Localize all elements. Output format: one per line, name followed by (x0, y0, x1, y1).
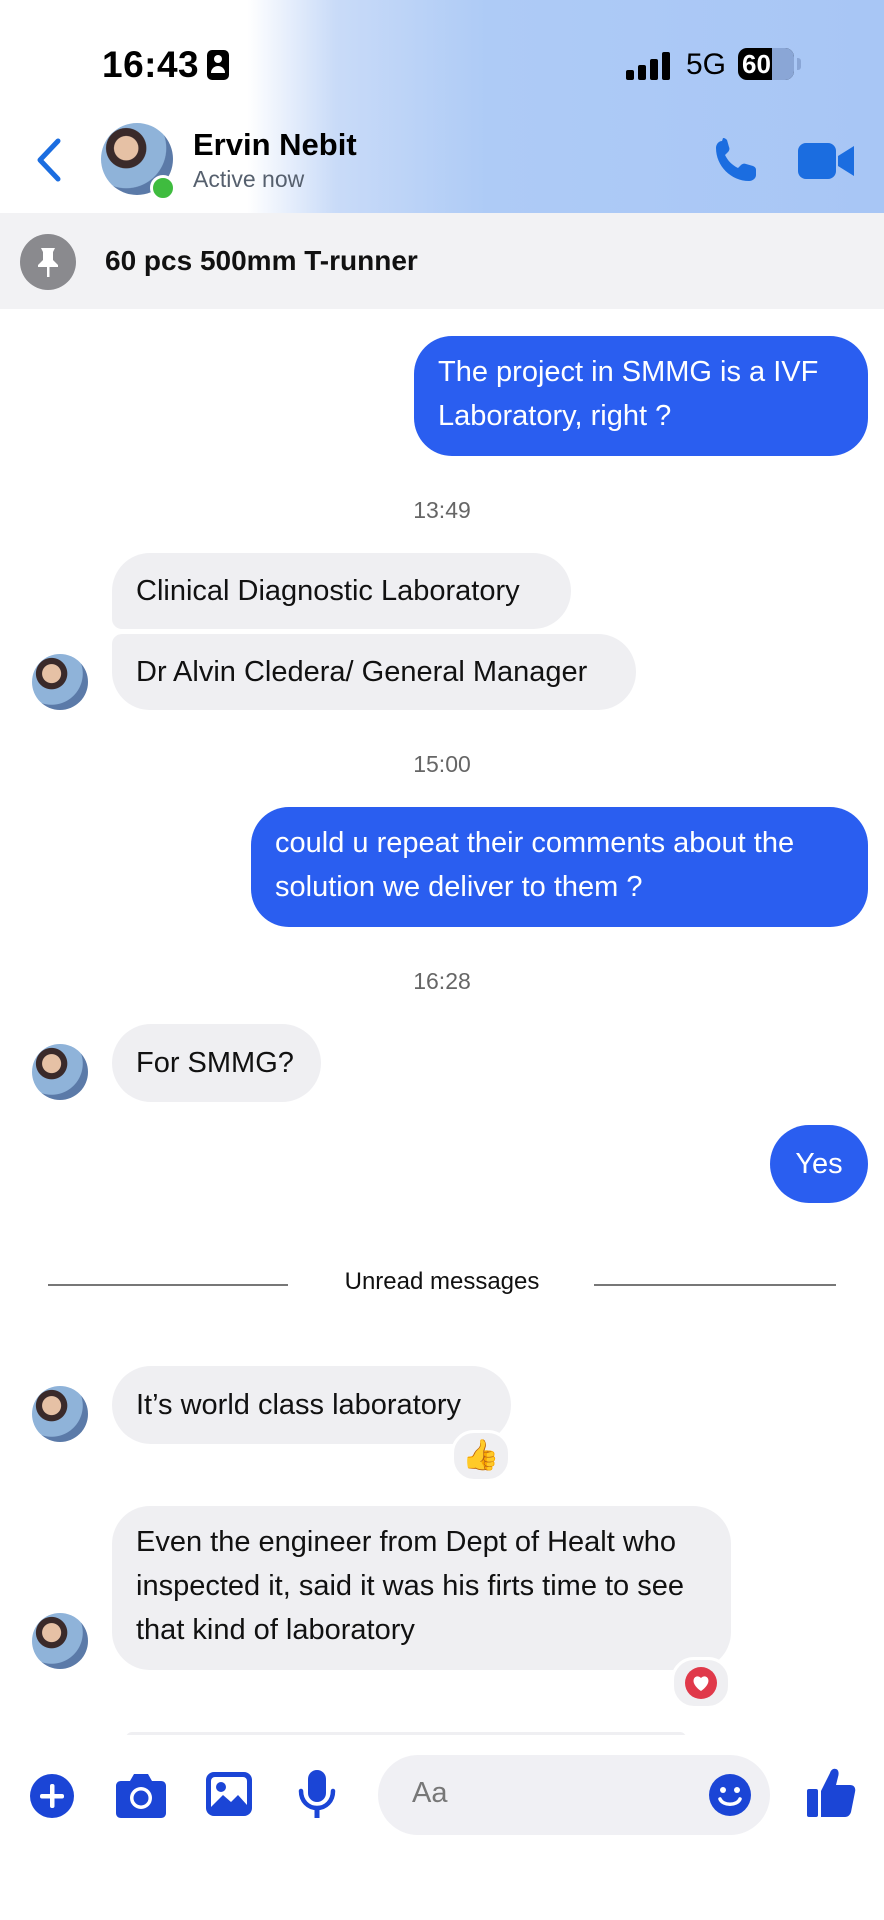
message-input-placeholder: Aa (412, 1777, 448, 1809)
pinned-message-text: 60 pcs 500mm T-runner (105, 245, 418, 276)
gallery-icon[interactable] (205, 1771, 253, 1817)
camera-icon[interactable] (115, 1771, 167, 1819)
message-incoming[interactable]: Even the engineer from Dept of Healt who… (112, 1506, 731, 1670)
message-text: It’s world class laboratory (136, 1389, 462, 1421)
chat-header: Ervin Nebit Active now (0, 115, 884, 215)
sender-avatar[interactable] (32, 654, 88, 710)
message-text: could u repeat their comments about the … (275, 827, 795, 903)
video-call-icon[interactable] (798, 141, 854, 181)
message-incoming[interactable]: Clinical Diagnostic Laboratory (112, 553, 571, 629)
battery-cap (797, 58, 801, 70)
back-chevron-icon[interactable] (30, 135, 70, 185)
message-incoming[interactable]: Dr Alvin Cledera/ General Manager (112, 634, 636, 710)
message-input[interactable]: Aa (378, 1755, 770, 1835)
unread-messages-label: Unread messages (344, 1268, 540, 1295)
phone-icon[interactable] (710, 137, 760, 187)
timestamp: 15:00 (413, 751, 471, 777)
message-text: The project in SMMG is a IVF Laboratory,… (438, 356, 819, 432)
status-bar: 16:43 5G 60 (0, 0, 884, 120)
message-outgoing[interactable]: Yes (770, 1125, 868, 1203)
battery-icon: 60 (738, 48, 794, 80)
message-text: Clinical Diagnostic Laboratory (136, 575, 520, 607)
network-type: 5G (686, 48, 727, 81)
sender-avatar[interactable] (32, 1386, 88, 1442)
message-text: Yes (795, 1148, 843, 1180)
message-text: Even the engineer from Dept of Healt who… (136, 1526, 684, 1646)
message-text: Dr Alvin Cledera/ General Manager (136, 656, 588, 688)
contact-card-icon (207, 50, 229, 80)
sender-avatar[interactable] (32, 1613, 88, 1669)
message-text: For SMMG? (136, 1047, 294, 1079)
pin-icon (20, 234, 76, 290)
microphone-icon[interactable] (297, 1769, 337, 1821)
timestamp: 13:49 (413, 497, 471, 523)
message-outgoing[interactable]: The project in SMMG is a IVF Laboratory,… (414, 336, 868, 456)
heart-reaction-icon[interactable] (671, 1657, 731, 1709)
online-indicator (150, 175, 176, 201)
add-icon[interactable] (29, 1773, 75, 1819)
emoji-icon[interactable] (708, 1773, 752, 1817)
unread-divider-right (594, 1284, 836, 1286)
contact-name[interactable]: Ervin Nebit (193, 127, 357, 163)
signal-icon (626, 50, 672, 82)
battery-level: 60 (742, 49, 771, 79)
message-incoming[interactable]: It’s world class laboratory (112, 1366, 511, 1444)
contact-status: Active now (193, 166, 305, 192)
status-time: 16:43 (102, 44, 200, 85)
message-incoming[interactable]: For SMMG? (112, 1024, 321, 1102)
sender-avatar[interactable] (32, 1044, 88, 1100)
message-outgoing[interactable]: could u repeat their comments about the … (251, 807, 868, 927)
pinned-message-bar[interactable]: 60 pcs 500mm T-runner (0, 213, 884, 309)
timestamp: 16:28 (413, 968, 471, 994)
composer-bar: Aa (0, 1735, 884, 1920)
thumbs-up-reaction-icon[interactable]: 👍 (451, 1430, 511, 1482)
like-thumbs-up-icon[interactable] (806, 1767, 856, 1819)
